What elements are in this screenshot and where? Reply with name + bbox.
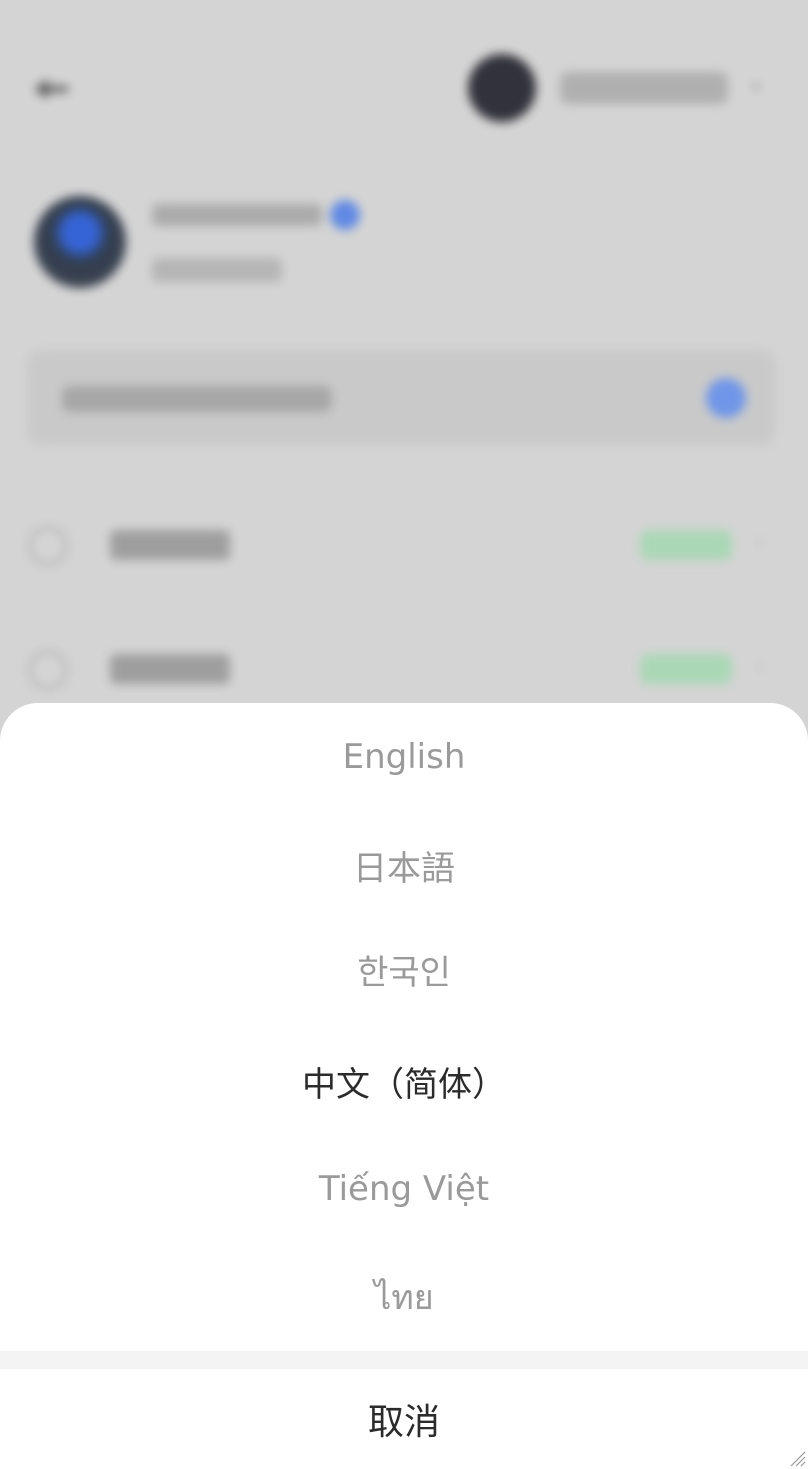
cancel-button[interactable]: 取消 — [0, 1369, 808, 1469]
language-option-chinese-simplified[interactable]: 中文（简体） — [0, 1027, 808, 1135]
profile-name-placeholder — [152, 204, 322, 226]
header-language-selector — [560, 72, 728, 104]
language-option-japanese[interactable]: 日本語 — [0, 811, 808, 919]
list-item-icon — [28, 526, 68, 566]
language-options-list: English 日本語 한국인 中文（简体） Tiếng Việt ไทย — [0, 703, 808, 1351]
list-item-label-placeholder — [110, 530, 230, 560]
language-option-english[interactable]: English — [0, 703, 808, 811]
chevron-down-icon: ⌄ — [748, 70, 765, 94]
chevron-right-icon: › — [756, 654, 765, 679]
profile-subtitle-placeholder — [152, 258, 282, 282]
list-item-status-badge — [640, 530, 732, 560]
info-card-text-placeholder — [62, 386, 332, 412]
language-picker-sheet: English 日本語 한국인 中文（简体） Tiếng Việt ไทย 取消 — [0, 703, 808, 1469]
language-option-vietnamese[interactable]: Tiếng Việt — [0, 1135, 808, 1243]
chevron-right-icon: › — [756, 530, 765, 555]
resize-grip-icon[interactable] — [788, 1449, 806, 1467]
profile-avatar — [34, 196, 126, 288]
back-icon — [34, 79, 68, 99]
list-item-label-placeholder — [110, 654, 230, 684]
list-item-status-badge — [640, 654, 732, 684]
verified-badge-icon — [330, 200, 360, 230]
language-option-korean[interactable]: 한국인 — [0, 915, 808, 1023]
sheet-divider — [0, 1351, 808, 1369]
header-avatar — [468, 54, 536, 122]
app-screen: ⌄ › › English 日本語 한국인 中文（简体） Tiếng Việt … — [0, 0, 808, 1469]
list-item-icon — [28, 650, 68, 690]
info-card-action-icon — [706, 378, 746, 418]
language-option-thai[interactable]: ไทย — [0, 1243, 808, 1351]
